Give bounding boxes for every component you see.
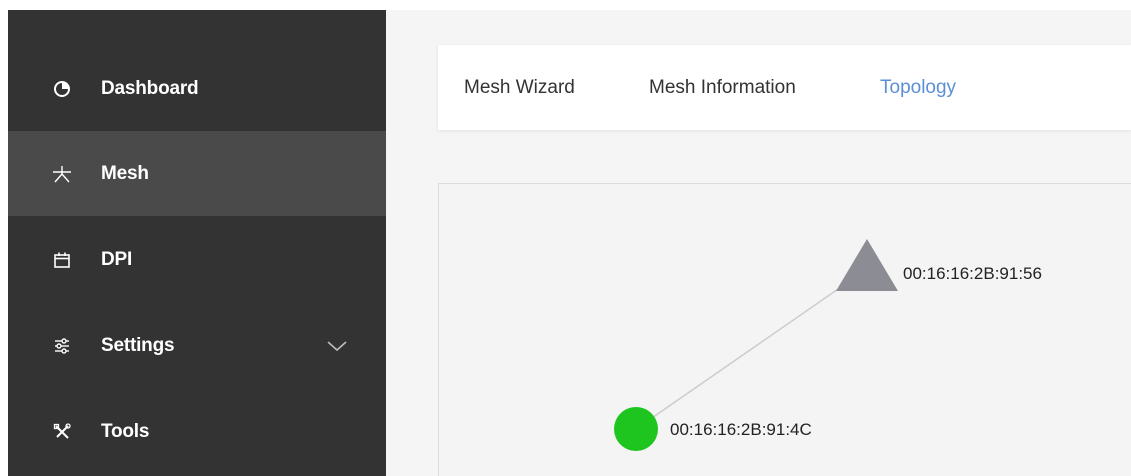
sidebar-item-dpi[interactable]: DPI (8, 217, 386, 302)
chevron-down-icon[interactable] (326, 339, 348, 353)
sidebar-item-label: DPI (101, 248, 133, 270)
tab-mesh-information[interactable]: Mesh Information (649, 77, 796, 99)
calendar-icon (52, 250, 72, 270)
node-label-child: 00:16:16:2B:91:4C (670, 420, 812, 439)
left-margin (0, 0, 8, 476)
tab-topology[interactable]: Topology (880, 77, 956, 99)
tab-bar: Mesh Wizard Mesh Information Topology (438, 45, 1131, 130)
sidebar-item-label: Dashboard (101, 77, 199, 99)
node-label-root: 00:16:16:2B:91:56 (903, 264, 1042, 283)
mesh-link (635, 268, 868, 430)
mesh-icon (52, 164, 72, 184)
node-triangle[interactable] (836, 239, 898, 291)
sidebar-item-label: Mesh (101, 162, 149, 184)
tools-icon (52, 422, 72, 442)
sliders-icon (52, 336, 72, 356)
sidebar: Dashboard Mesh DPI Settings Tools (8, 10, 386, 476)
top-margin (0, 0, 1131, 10)
topology-graph: 00:16:16:2B:91:56 00:16:16:2B:91:4C (614, 239, 1042, 451)
sidebar-item-mesh[interactable]: Mesh (8, 131, 386, 216)
sidebar-item-label: Settings (101, 334, 175, 356)
sidebar-item-tools[interactable]: Tools (8, 389, 386, 474)
sidebar-item-label: Tools (101, 420, 150, 442)
pie-chart-icon (52, 79, 72, 99)
tab-mesh-wizard[interactable]: Mesh Wizard (464, 77, 575, 99)
sidebar-item-dashboard[interactable]: Dashboard (8, 46, 386, 131)
topology-canvas[interactable]: 00:16:16:2B:91:56 00:16:16:2B:91:4C (438, 183, 1131, 476)
sidebar-item-settings[interactable]: Settings (8, 303, 386, 388)
node-circle[interactable] (614, 407, 658, 451)
